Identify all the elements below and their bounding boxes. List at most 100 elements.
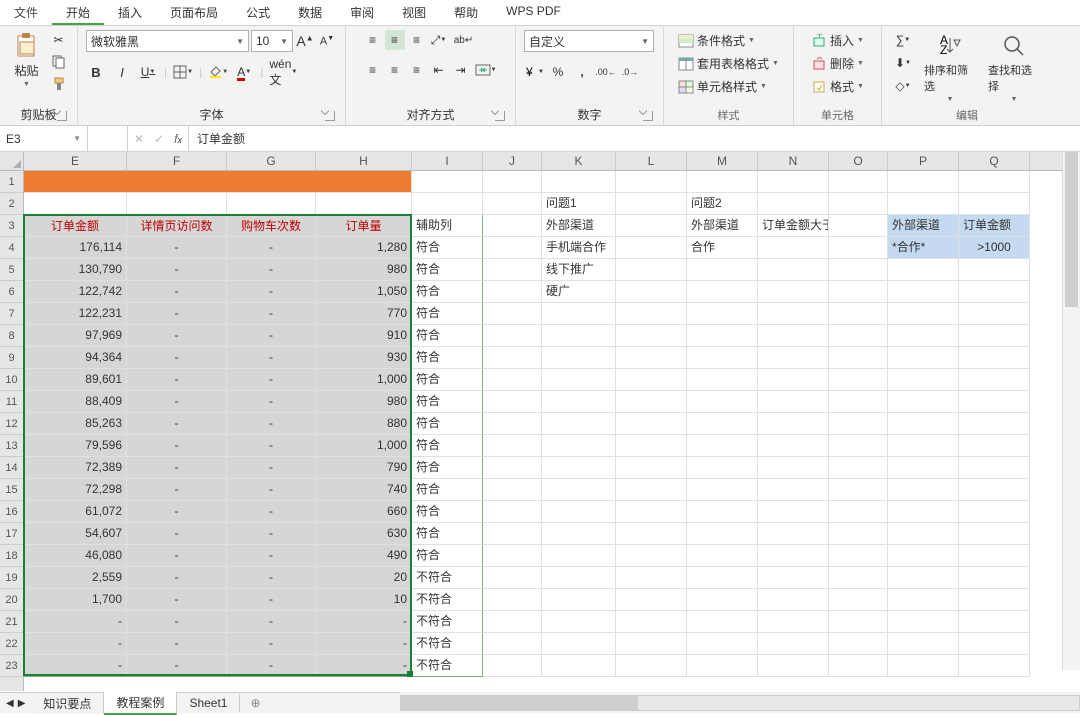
cell[interactable]	[959, 303, 1030, 325]
cell[interactable]	[959, 435, 1030, 457]
cell[interactable]: 1,280	[316, 237, 412, 259]
row-header[interactable]: 2	[0, 193, 23, 215]
cell[interactable]: 符合	[412, 237, 483, 259]
cell[interactable]	[888, 259, 959, 281]
cell[interactable]	[888, 171, 959, 193]
cell[interactable]: 980	[316, 259, 412, 281]
cell[interactable]	[829, 589, 888, 611]
wrap-text-button[interactable]: ab↵	[451, 30, 477, 50]
cell[interactable]	[616, 611, 687, 633]
cell[interactable]: -	[316, 655, 412, 677]
cell[interactable]: 176,114	[24, 237, 127, 259]
cell[interactable]	[829, 545, 888, 567]
cell[interactable]: -	[127, 391, 227, 413]
cell[interactable]: -	[227, 325, 316, 347]
cell[interactable]	[687, 633, 758, 655]
cell[interactable]: 46,080	[24, 545, 127, 567]
cell[interactable]: 1,700	[24, 589, 127, 611]
cell[interactable]	[758, 259, 829, 281]
cell[interactable]	[888, 633, 959, 655]
sheet-tab-2[interactable]: 教程案例	[104, 692, 177, 715]
cell[interactable]	[316, 193, 412, 215]
border-button[interactable]: ▼	[173, 62, 193, 82]
cell[interactable]	[758, 611, 829, 633]
cell[interactable]	[959, 281, 1030, 303]
row-header[interactable]: 8	[0, 325, 23, 347]
col-header[interactable]: P	[888, 152, 959, 170]
row-header[interactable]: 12	[0, 413, 23, 435]
cell[interactable]	[888, 435, 959, 457]
cell[interactable]	[616, 215, 687, 237]
col-header[interactable]: J	[483, 152, 542, 170]
row-header[interactable]: 22	[0, 633, 23, 655]
table-format-button[interactable]: 套用表格格式▼	[676, 53, 781, 74]
row-header[interactable]: 16	[0, 501, 23, 523]
cell[interactable]: 不符合	[412, 567, 483, 589]
cell[interactable]	[829, 479, 888, 501]
cell[interactable]	[687, 347, 758, 369]
cell[interactable]	[758, 347, 829, 369]
cell[interactable]	[616, 171, 687, 193]
cell[interactable]: 790	[316, 457, 412, 479]
cell[interactable]	[616, 589, 687, 611]
cell[interactable]	[616, 237, 687, 259]
cell[interactable]: 符合	[412, 523, 483, 545]
cell[interactable]: -	[227, 281, 316, 303]
cell[interactable]: 2,559	[24, 567, 127, 589]
row-header[interactable]: 11	[0, 391, 23, 413]
cell[interactable]	[616, 523, 687, 545]
cell[interactable]	[483, 171, 542, 193]
cell[interactable]	[616, 655, 687, 677]
cell[interactable]	[542, 391, 616, 413]
cell[interactable]: 购物车次数	[227, 215, 316, 237]
cell[interactable]	[888, 347, 959, 369]
cell[interactable]: -	[227, 479, 316, 501]
cell[interactable]	[616, 413, 687, 435]
merge-button[interactable]: ▼	[473, 60, 499, 80]
sheet-tab-1[interactable]: 知识要点	[31, 693, 104, 714]
cell[interactable]	[829, 215, 888, 237]
cell[interactable]: 符合	[412, 545, 483, 567]
add-sheet-button[interactable]: ⊕	[240, 696, 270, 710]
font-name-combo[interactable]: 微软雅黑▼	[86, 30, 249, 52]
cell[interactable]: -	[227, 259, 316, 281]
align-bottom-button[interactable]: ≡	[407, 30, 427, 50]
cell[interactable]: 122,742	[24, 281, 127, 303]
cell[interactable]	[542, 567, 616, 589]
find-select-button[interactable]: 查找和选择▼	[984, 30, 1044, 105]
cell[interactable]	[758, 325, 829, 347]
row-header[interactable]: 9	[0, 347, 23, 369]
cell[interactable]	[542, 347, 616, 369]
cell[interactable]	[687, 325, 758, 347]
cell[interactable]: 符合	[412, 303, 483, 325]
align-top-button[interactable]: ≡	[363, 30, 383, 50]
align-middle-button[interactable]: ≡	[385, 30, 405, 50]
row-header[interactable]: 14	[0, 457, 23, 479]
bold-button[interactable]: B	[86, 62, 106, 82]
autosum-button[interactable]: ∑▼	[890, 30, 916, 50]
cell[interactable]	[829, 413, 888, 435]
cell[interactable]: 660	[316, 501, 412, 523]
cell[interactable]: 合作	[687, 237, 758, 259]
cell[interactable]	[888, 457, 959, 479]
cell[interactable]	[829, 325, 888, 347]
cell[interactable]	[616, 457, 687, 479]
underline-button[interactable]: U▼	[138, 62, 158, 82]
cell[interactable]: -	[127, 413, 227, 435]
select-all-corner[interactable]	[0, 152, 24, 171]
align-left-button[interactable]: ≡	[363, 60, 383, 80]
cell[interactable]: -	[127, 435, 227, 457]
cell[interactable]: -	[316, 633, 412, 655]
cell[interactable]: -	[127, 237, 227, 259]
name-box[interactable]: E3▼	[0, 126, 88, 151]
cell[interactable]	[888, 655, 959, 677]
cell[interactable]: -	[127, 369, 227, 391]
cell[interactable]	[616, 435, 687, 457]
decrease-font-button[interactable]: A▼	[317, 31, 337, 51]
cell[interactable]	[483, 457, 542, 479]
cell[interactable]: -	[227, 237, 316, 259]
row-header[interactable]: 21	[0, 611, 23, 633]
cell[interactable]	[687, 171, 758, 193]
cell[interactable]	[542, 655, 616, 677]
cell[interactable]	[959, 413, 1030, 435]
